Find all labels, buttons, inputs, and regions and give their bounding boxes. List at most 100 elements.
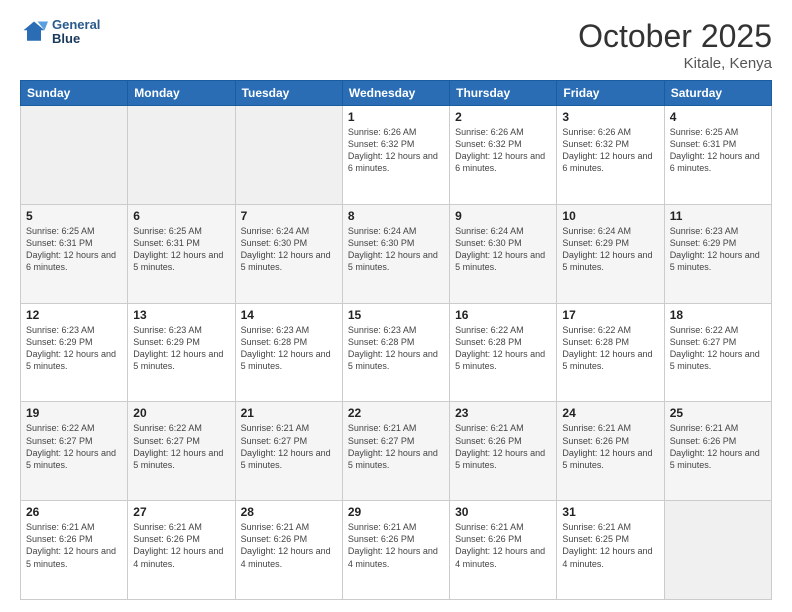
day-info: Sunrise: 6:22 AM Sunset: 6:28 PM Dayligh… xyxy=(455,324,551,373)
day-info: Sunrise: 6:23 AM Sunset: 6:29 PM Dayligh… xyxy=(670,225,766,274)
calendar-cell: 30 Sunrise: 6:21 AM Sunset: 6:26 PM Dayli… xyxy=(450,501,557,600)
page: General Blue October 2025 Kitale, Kenya … xyxy=(0,0,792,612)
day-number: 15 xyxy=(348,308,444,322)
day-info: Sunrise: 6:22 AM Sunset: 6:28 PM Dayligh… xyxy=(562,324,658,373)
day-number: 6 xyxy=(133,209,229,223)
day-number: 21 xyxy=(241,406,337,420)
calendar-cell xyxy=(21,106,128,205)
calendar-cell: 13 Sunrise: 6:23 AM Sunset: 6:29 PM Dayli… xyxy=(128,303,235,402)
title-block: October 2025 Kitale, Kenya xyxy=(578,18,772,72)
day-info: Sunrise: 6:23 AM Sunset: 6:29 PM Dayligh… xyxy=(133,324,229,373)
calendar-cell: 25 Sunrise: 6:21 AM Sunset: 6:26 PM Dayli… xyxy=(664,402,771,501)
day-number: 5 xyxy=(26,209,122,223)
logo-line2: Blue xyxy=(52,32,100,46)
calendar-cell: 29 Sunrise: 6:21 AM Sunset: 6:26 PM Dayli… xyxy=(342,501,449,600)
day-number: 16 xyxy=(455,308,551,322)
col-header-thursday: Thursday xyxy=(450,81,557,106)
day-number: 4 xyxy=(670,110,766,124)
col-header-friday: Friday xyxy=(557,81,664,106)
calendar-week-row: 12 Sunrise: 6:23 AM Sunset: 6:29 PM Dayli… xyxy=(21,303,772,402)
calendar-cell: 11Sunrise: 6:23 AM Sunset: 6:29 PM Dayli… xyxy=(664,204,771,303)
day-info: Sunrise: 6:21 AM Sunset: 6:26 PM Dayligh… xyxy=(26,521,122,570)
calendar-cell: 21 Sunrise: 6:21 AM Sunset: 6:27 PM Dayli… xyxy=(235,402,342,501)
calendar-week-row: 5 Sunrise: 6:25 AM Sunset: 6:31 PM Daylig… xyxy=(21,204,772,303)
day-info: Sunrise: 6:21 AM Sunset: 6:26 PM Dayligh… xyxy=(348,521,444,570)
day-number: 7 xyxy=(241,209,337,223)
col-header-sunday: Sunday xyxy=(21,81,128,106)
day-info: Sunrise: 6:21 AM Sunset: 6:25 PM Dayligh… xyxy=(562,521,658,570)
day-info: Sunrise: 6:26 AM Sunset: 6:32 PM Dayligh… xyxy=(455,126,551,175)
calendar-cell: 23Sunrise: 6:21 AM Sunset: 6:26 PM Dayli… xyxy=(450,402,557,501)
calendar-cell: 14 Sunrise: 6:23 AM Sunset: 6:28 PM Dayli… xyxy=(235,303,342,402)
day-number: 13 xyxy=(133,308,229,322)
day-number: 26 xyxy=(26,505,122,519)
calendar-cell: 5Sunrise: 6:25 AM Sunset: 6:31 PM Daylig… xyxy=(21,204,128,303)
day-info: Sunrise: 6:24 AM Sunset: 6:30 PM Dayligh… xyxy=(455,225,551,274)
day-number: 28 xyxy=(241,505,337,519)
day-number: 10 xyxy=(562,209,658,223)
calendar-cell xyxy=(664,501,771,600)
day-number: 20 xyxy=(133,406,229,420)
day-number: 19 xyxy=(26,406,122,420)
col-header-monday: Monday xyxy=(128,81,235,106)
calendar-cell: 10 Sunrise: 6:24 AM Sunset: 6:29 PM Dayli… xyxy=(557,204,664,303)
day-number: 29 xyxy=(348,505,444,519)
day-number: 2 xyxy=(455,110,551,124)
day-number: 9 xyxy=(455,209,551,223)
day-info: Sunrise: 6:21 AM Sunset: 6:26 PM Dayligh… xyxy=(562,422,658,471)
day-number: 14 xyxy=(241,308,337,322)
location: Kitale, Kenya xyxy=(578,55,772,72)
logo-text: General Blue xyxy=(52,18,100,47)
day-info: Sunrise: 6:21 AM Sunset: 6:26 PM Dayligh… xyxy=(241,521,337,570)
calendar-cell: 6 Sunrise: 6:25 AM Sunset: 6:31 PM Daylig… xyxy=(128,204,235,303)
day-number: 22 xyxy=(348,406,444,420)
calendar-week-row: 26 Sunrise: 6:21 AM Sunset: 6:26 PM Dayli… xyxy=(21,501,772,600)
logo-line1: General xyxy=(52,18,100,32)
calendar-cell: 3 Sunrise: 6:26 AM Sunset: 6:32 PM Daylig… xyxy=(557,106,664,205)
day-number: 23 xyxy=(455,406,551,420)
day-info: Sunrise: 6:24 AM Sunset: 6:29 PM Dayligh… xyxy=(562,225,658,274)
day-info: Sunrise: 6:21 AM Sunset: 6:26 PM Dayligh… xyxy=(670,422,766,471)
day-info: Sunrise: 6:25 AM Sunset: 6:31 PM Dayligh… xyxy=(133,225,229,274)
calendar-cell: 12Sunrise: 6:23 AM Sunset: 6:29 PM Dayli… xyxy=(21,303,128,402)
day-info: Sunrise: 6:22 AM Sunset: 6:27 PM Dayligh… xyxy=(133,422,229,471)
header: General Blue October 2025 Kitale, Kenya xyxy=(20,18,772,72)
calendar-cell: 15Sunrise: 6:23 AM Sunset: 6:28 PM Dayli… xyxy=(342,303,449,402)
calendar-cell: 27Sunrise: 6:21 AM Sunset: 6:26 PM Dayli… xyxy=(128,501,235,600)
day-info: Sunrise: 6:24 AM Sunset: 6:30 PM Dayligh… xyxy=(348,225,444,274)
calendar-cell: 22Sunrise: 6:21 AM Sunset: 6:27 PM Dayli… xyxy=(342,402,449,501)
day-number: 3 xyxy=(562,110,658,124)
calendar-cell: 28 Sunrise: 6:21 AM Sunset: 6:26 PM Dayli… xyxy=(235,501,342,600)
day-info: Sunrise: 6:25 AM Sunset: 6:31 PM Dayligh… xyxy=(670,126,766,175)
calendar-cell: 17 Sunrise: 6:22 AM Sunset: 6:28 PM Dayli… xyxy=(557,303,664,402)
calendar-cell: 1Sunrise: 6:26 AM Sunset: 6:32 PM Daylig… xyxy=(342,106,449,205)
calendar-table: SundayMondayTuesdayWednesdayThursdayFrid… xyxy=(20,80,772,600)
day-info: Sunrise: 6:21 AM Sunset: 6:26 PM Dayligh… xyxy=(455,521,551,570)
day-info: Sunrise: 6:26 AM Sunset: 6:32 PM Dayligh… xyxy=(348,126,444,175)
day-info: Sunrise: 6:22 AM Sunset: 6:27 PM Dayligh… xyxy=(670,324,766,373)
calendar-cell: 8 Sunrise: 6:24 AM Sunset: 6:30 PM Daylig… xyxy=(342,204,449,303)
day-number: 17 xyxy=(562,308,658,322)
calendar-cell: 9 Sunrise: 6:24 AM Sunset: 6:30 PM Daylig… xyxy=(450,204,557,303)
calendar-cell: 2 Sunrise: 6:26 AM Sunset: 6:32 PM Daylig… xyxy=(450,106,557,205)
day-number: 25 xyxy=(670,406,766,420)
col-header-wednesday: Wednesday xyxy=(342,81,449,106)
calendar-cell xyxy=(235,106,342,205)
day-info: Sunrise: 6:26 AM Sunset: 6:32 PM Dayligh… xyxy=(562,126,658,175)
col-header-saturday: Saturday xyxy=(664,81,771,106)
day-number: 30 xyxy=(455,505,551,519)
calendar-cell: 18Sunrise: 6:22 AM Sunset: 6:27 PM Dayli… xyxy=(664,303,771,402)
day-number: 12 xyxy=(26,308,122,322)
col-header-tuesday: Tuesday xyxy=(235,81,342,106)
day-number: 8 xyxy=(348,209,444,223)
calendar-cell xyxy=(128,106,235,205)
logo-icon xyxy=(20,18,48,46)
day-info: Sunrise: 6:21 AM Sunset: 6:27 PM Dayligh… xyxy=(241,422,337,471)
calendar-cell: 24 Sunrise: 6:21 AM Sunset: 6:26 PM Dayli… xyxy=(557,402,664,501)
day-info: Sunrise: 6:24 AM Sunset: 6:30 PM Dayligh… xyxy=(241,225,337,274)
day-number: 24 xyxy=(562,406,658,420)
calendar-cell: 20 Sunrise: 6:22 AM Sunset: 6:27 PM Dayli… xyxy=(128,402,235,501)
calendar-cell: 31Sunrise: 6:21 AM Sunset: 6:25 PM Dayli… xyxy=(557,501,664,600)
calendar-cell: 19Sunrise: 6:22 AM Sunset: 6:27 PM Dayli… xyxy=(21,402,128,501)
day-info: Sunrise: 6:23 AM Sunset: 6:28 PM Dayligh… xyxy=(241,324,337,373)
